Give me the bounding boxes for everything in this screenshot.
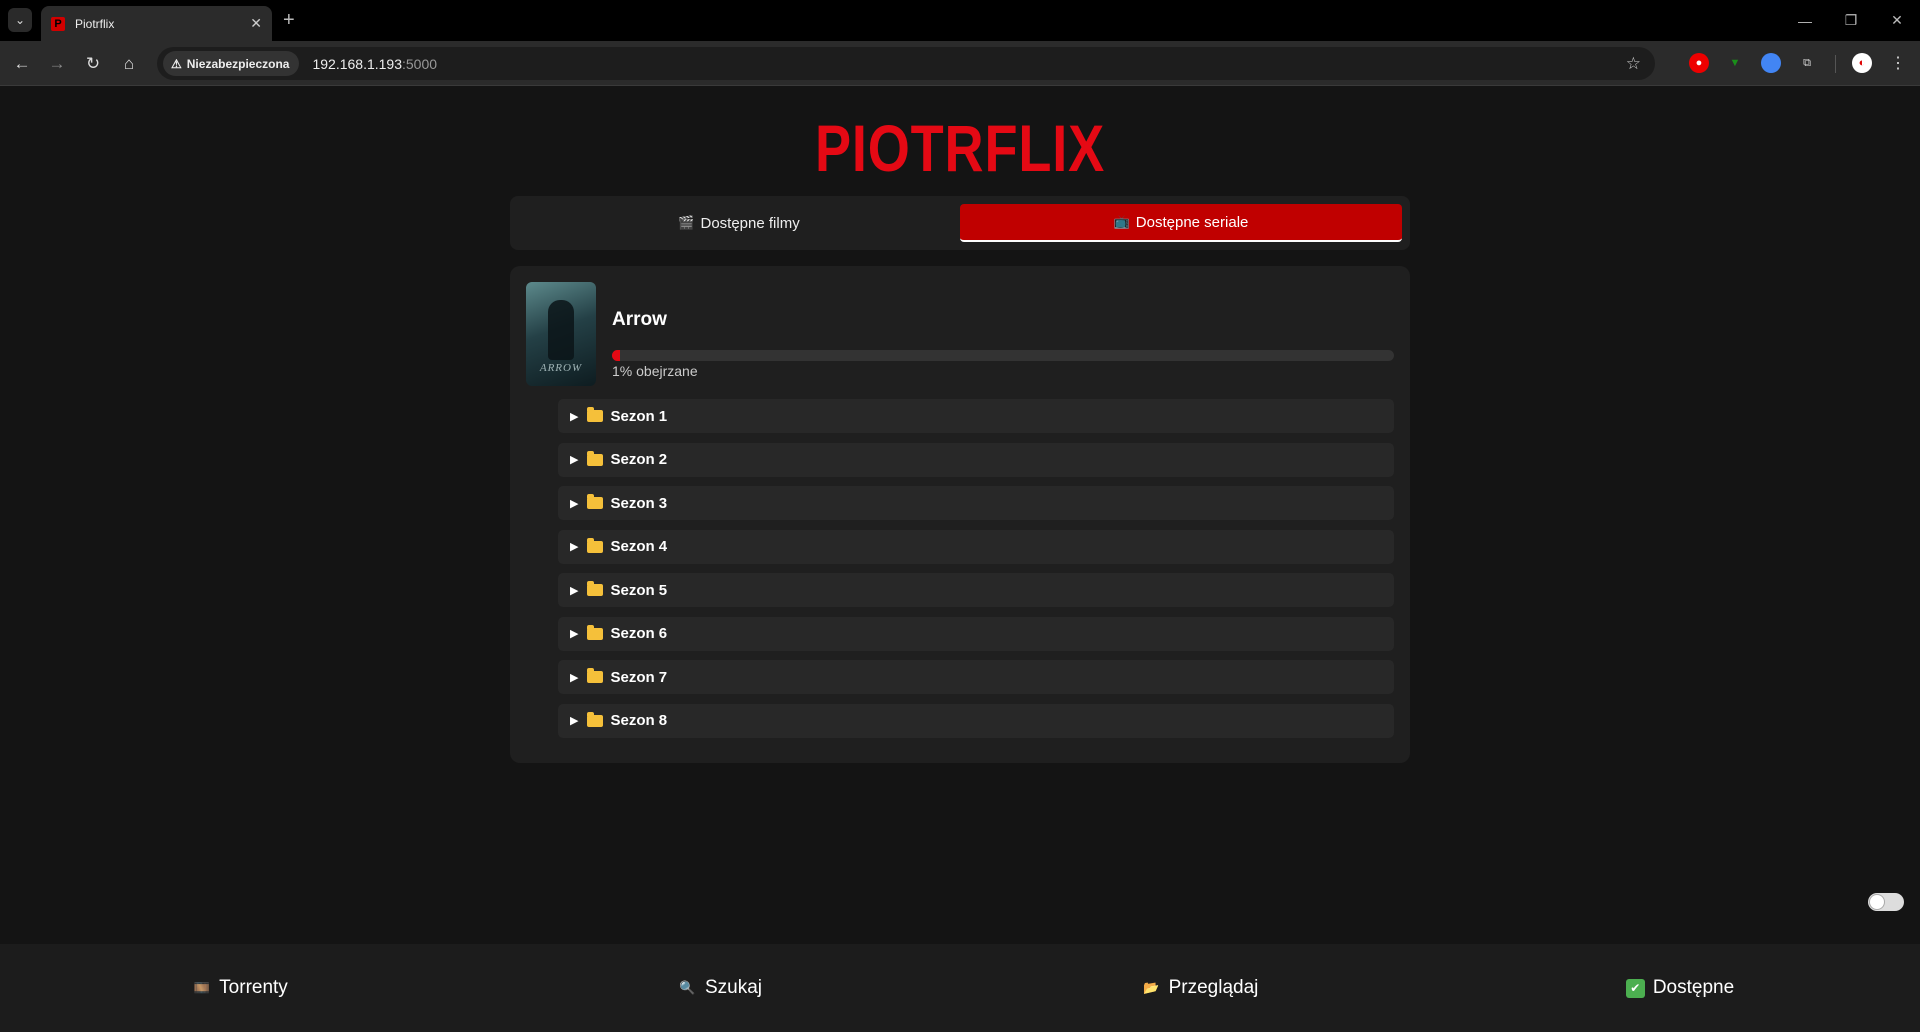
season-row[interactable]: ▶ Sezon 5 xyxy=(558,573,1394,607)
folder-open-icon: 📂 xyxy=(1143,980,1160,995)
season-row[interactable]: ▶ Sezon 4 xyxy=(558,529,1394,564)
season-label: Sezon 1 xyxy=(610,407,668,425)
new-tab-icon[interactable]: + xyxy=(283,9,295,32)
search-icon: 🔍 xyxy=(679,980,696,995)
folder-icon xyxy=(587,494,604,509)
theme-toggle[interactable] xyxy=(1868,893,1904,911)
tab-movies[interactable]: 🎬 Dostępne filmy xyxy=(518,204,960,242)
close-window-icon[interactable]: ✕ xyxy=(1874,0,1920,41)
season-label: Sezon 2 xyxy=(610,451,668,468)
bookmark-star-icon[interactable]: ☆ xyxy=(1626,54,1641,74)
url-host: 192.168.1.193 xyxy=(312,55,402,72)
expand-arrow-icon: ▶ xyxy=(570,671,579,684)
folder-icon xyxy=(587,668,604,683)
season-label: Sezon 7 xyxy=(610,668,668,686)
security-chip[interactable]: ⚠ Niezabezpieczona xyxy=(163,51,300,76)
back-arrow-icon[interactable]: ← xyxy=(9,51,35,77)
poster-title: ARROW xyxy=(539,362,583,374)
season-row[interactable]: ▶ Sezon 1 xyxy=(558,399,1394,433)
nav-torrents[interactable]: 🎞️ Torrenty xyxy=(0,944,480,1032)
address-bar[interactable]: ⚠ Niezabezpieczona 192.168.1.193:5000 ☆ xyxy=(157,47,1655,80)
expand-arrow-icon: ▶ xyxy=(570,454,579,466)
nav-search-label: Szukaj xyxy=(704,977,763,998)
restore-icon[interactable]: ❐ xyxy=(1828,0,1874,41)
season-row[interactable]: ▶ Sezon 6 xyxy=(558,616,1394,651)
url-port: :5000 xyxy=(402,55,438,72)
window-controls: — ❐ ✕ xyxy=(1782,0,1920,41)
expand-arrow-icon: ▶ xyxy=(570,584,579,597)
app-logo: PIOTRFLIX xyxy=(814,111,1105,185)
season-list: ▶ Sezon 1 ▶ Sezon 2 ▶ Sezon 3 ▶ Sezon 4 ▶ Sezon 5… xyxy=(558,399,1394,747)
nav-browse[interactable]: 📂 Przeglądaj xyxy=(960,944,1440,1032)
extension-red-icon[interactable]: ● xyxy=(1689,53,1709,73)
forward-arrow-icon[interactable]: → xyxy=(44,51,70,77)
menu-dots-icon[interactable]: ⋮ xyxy=(1888,53,1908,73)
folder-icon xyxy=(587,537,604,553)
season-row[interactable]: ▶ Sezon 2 xyxy=(558,442,1394,477)
folder-icon xyxy=(587,407,604,422)
show-poster[interactable]: ARROW xyxy=(526,282,596,386)
nav-available-label: Dostępne xyxy=(1652,977,1735,998)
watch-progress-label: 1% obejrzane xyxy=(612,363,698,379)
folder-icon xyxy=(587,711,604,727)
watch-progress-fill xyxy=(612,350,620,361)
season-row[interactable]: ▶ Sezon 3 xyxy=(558,486,1394,520)
extension-green-icon[interactable]: ▼ xyxy=(1725,53,1745,73)
expand-arrow-icon: ▶ xyxy=(570,541,579,553)
clapper-icon: 🎬 xyxy=(678,215,695,230)
minimize-icon[interactable]: — xyxy=(1782,0,1828,41)
expand-arrow-icon: ▶ xyxy=(570,410,579,423)
season-label: Sezon 6 xyxy=(610,625,668,642)
warning-icon: ⚠ xyxy=(171,56,182,71)
nav-torrents-label: Torrenty xyxy=(219,977,288,998)
url-text: 192.168.1.193:5000 xyxy=(312,56,437,72)
browser-tab[interactable]: P Piotrflix ✕ xyxy=(41,6,272,41)
extensions-puzzle-icon[interactable]: ⧉ xyxy=(1797,53,1817,73)
toggle-knob xyxy=(1870,895,1884,909)
expand-arrow-icon: ▶ xyxy=(570,628,579,640)
browser-toolbar: ← → ↻ ⌂ ⚠ Niezabezpieczona 192.168.1.193… xyxy=(0,41,1920,86)
security-label: Niezabezpieczona xyxy=(186,56,290,71)
season-label: Sezon 4 xyxy=(610,538,668,555)
nav-available[interactable]: ✔ Dostępne xyxy=(1440,944,1920,1032)
poster-figure xyxy=(548,300,574,360)
bottom-nav: 🎞️ Torrenty 🔍 Szukaj 📂 Przeglądaj ✔ Dost… xyxy=(0,944,1920,1032)
toolbar-separator xyxy=(1835,55,1836,73)
show-card: ARROW Arrow 1% obejrzane ▶ Sezon 1 ▶ Sezon … xyxy=(510,266,1410,763)
season-label: Sezon 5 xyxy=(610,581,668,599)
tab-series[interactable]: 📺 Dostępne seriale xyxy=(960,204,1402,242)
favicon-icon: P xyxy=(51,16,65,31)
show-title: Arrow xyxy=(612,309,667,330)
film-strip-icon: 🎞️ xyxy=(193,980,210,995)
reload-icon[interactable]: ↻ xyxy=(80,51,106,77)
folder-icon xyxy=(587,624,604,640)
folder-icon xyxy=(587,581,604,596)
content-tabs: 🎬 Dostępne filmy 📺 Dostępne seriale xyxy=(510,196,1410,250)
expand-arrow-icon: ▶ xyxy=(570,497,579,510)
close-icon[interactable]: ✕ xyxy=(250,15,262,32)
browser-tab-bar: ⌄ P Piotrflix ✕ + — ❐ ✕ xyxy=(0,0,1920,41)
extension-colorful-icon[interactable] xyxy=(1761,53,1781,73)
tab-title: Piotrflix xyxy=(75,16,115,31)
nav-search[interactable]: 🔍 Szukaj xyxy=(480,944,960,1032)
watch-progress-bar xyxy=(612,350,1394,361)
folder-icon xyxy=(587,450,604,466)
tab-search-button[interactable]: ⌄ xyxy=(8,8,32,32)
nav-browse-label: Przeglądaj xyxy=(1168,977,1259,998)
profile-avatar[interactable]: ◐ xyxy=(1852,53,1872,73)
season-label: Sezon 8 xyxy=(610,712,668,729)
checkmark-icon: ✔ xyxy=(1625,978,1645,998)
season-row[interactable]: ▶ Sezon 7 xyxy=(558,660,1394,694)
tab-series-label: Dostępne seriale xyxy=(1135,213,1249,231)
home-icon[interactable]: ⌂ xyxy=(116,51,142,77)
season-label: Sezon 3 xyxy=(610,494,668,512)
tab-movies-label: Dostępne filmy xyxy=(700,214,800,232)
season-row[interactable]: ▶ Sezon 8 xyxy=(558,703,1394,738)
expand-arrow-icon: ▶ xyxy=(570,715,579,727)
tv-icon: 📺 xyxy=(1113,214,1130,229)
